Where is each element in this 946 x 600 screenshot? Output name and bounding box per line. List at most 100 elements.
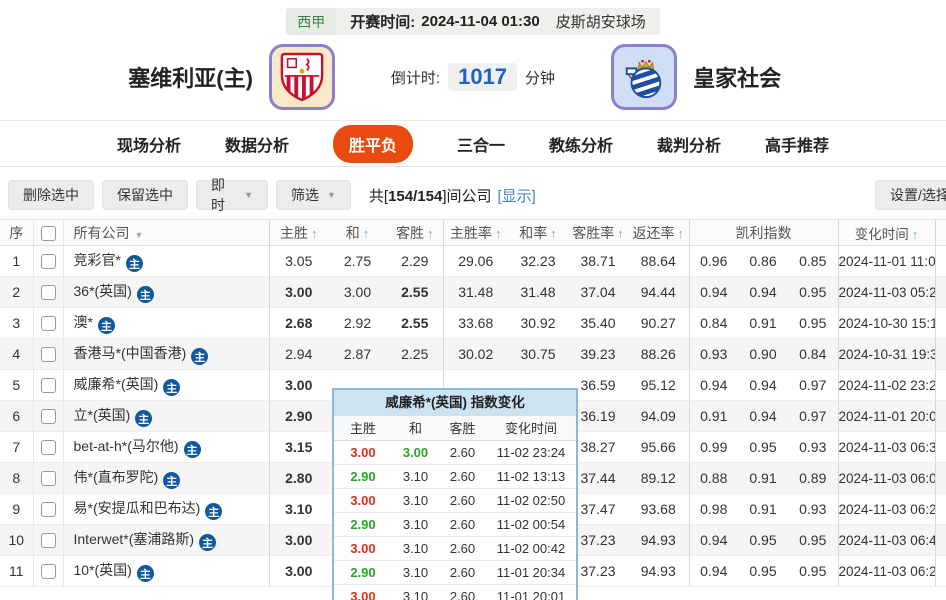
row-checkbox[interactable] — [40, 502, 56, 518]
popup-col-away: 客胜 — [439, 416, 486, 441]
company-name[interactable]: 澳* — [74, 314, 93, 330]
chevron-down-icon: ▼ — [134, 229, 144, 240]
home-odds: 3.00 — [268, 369, 328, 401]
company-name[interactable]: 10*(英国) — [74, 562, 132, 578]
col-header-home-odds[interactable]: 主胜 ↑ — [268, 219, 328, 246]
row-checkbox[interactable] — [40, 440, 56, 456]
home-odds: 3.00 — [334, 584, 392, 600]
row-index: 3 — [0, 307, 33, 339]
main-company-badge-icon: 主 — [163, 472, 181, 490]
show-link[interactable]: [显示] — [498, 188, 536, 205]
sort-asc-icon[interactable]: ↑ — [427, 226, 434, 241]
company-name[interactable]: 易*(安提瓜和巴布达) — [74, 500, 201, 516]
sort-asc-icon[interactable]: ↑ — [495, 226, 502, 241]
col-header-payout-rate[interactable]: 返还率 ↑ — [628, 219, 689, 246]
popup-row: 2.90 3.10 2.60 11-02 00:54 — [334, 512, 576, 537]
sort-asc-icon[interactable]: ↑ — [912, 227, 919, 242]
keep-selected-button[interactable]: 保留选中 — [102, 180, 188, 210]
col-header-change-time[interactable]: 变化时间 ↑ — [837, 219, 935, 246]
filter-dropdown[interactable]: 筛选 ▼ — [276, 180, 351, 210]
row-checkbox[interactable] — [40, 285, 56, 301]
payout-rate: 88.26 — [628, 338, 689, 370]
away-odds: 2.60 — [439, 512, 486, 537]
sort-asc-icon[interactable]: ↑ — [617, 226, 624, 241]
kelly-away: 0.95 — [788, 276, 838, 308]
kelly-home: 0.84 — [688, 307, 738, 339]
company-count: 共[154/154]间公司 [显示] — [368, 187, 536, 205]
tab-expert-picks[interactable]: 高手推荐 — [765, 132, 829, 156]
popup-row: 3.00 3.10 2.60 11-01 20:01 — [334, 584, 576, 600]
draw-odds: 3.10 — [392, 488, 439, 513]
sort-asc-icon[interactable]: ↑ — [311, 226, 318, 241]
payout-rate: 93.68 — [628, 493, 689, 525]
tab-live-analysis[interactable]: 现场分析 — [117, 132, 181, 156]
tab-three-in-one[interactable]: 三合一 — [457, 132, 505, 156]
col-header-away-odds[interactable]: 客胜 ↑ — [387, 219, 443, 246]
tab-coach-analysis[interactable]: 教练分析 — [549, 132, 613, 156]
col-header-away-rate[interactable]: 客胜率 ↑ — [568, 219, 628, 246]
col-header-home-rate[interactable]: 主胜率 ↑ — [442, 219, 508, 246]
sort-asc-icon[interactable]: ↑ — [550, 226, 557, 241]
select-all-checkbox[interactable] — [40, 225, 56, 241]
kelly-away: 0.85 — [788, 245, 838, 277]
company-name[interactable]: 36*(英国) — [74, 283, 132, 299]
col-header-draw-odds[interactable]: 和 ↑ — [328, 219, 387, 246]
away-rate: 37.04 — [568, 276, 628, 308]
home-odds: 3.00 — [334, 488, 392, 513]
draw-rate: 32.23 — [508, 245, 568, 277]
kelly-draw: 0.91 — [738, 307, 788, 339]
popup-col-home: 主胜 — [334, 416, 392, 441]
col-header-select-all — [32, 219, 63, 246]
change-time: 2024-10-31 19:33 — [837, 338, 935, 370]
col-header-index: 序 — [0, 219, 33, 246]
row-checkbox[interactable] — [40, 471, 56, 487]
row-checkbox[interactable] — [40, 347, 56, 363]
draw-odds: 3.10 — [392, 584, 439, 600]
tab-data-analysis[interactable]: 数据分析 — [225, 132, 289, 156]
kelly-away: 0.95 — [788, 524, 838, 556]
draw-odds: 3.10 — [392, 560, 439, 585]
tab-referee-analysis[interactable]: 裁判分析 — [657, 132, 721, 156]
company-name[interactable]: Interwet*(塞浦路斯) — [74, 531, 195, 547]
sort-asc-icon[interactable]: ↑ — [363, 226, 370, 241]
company-name[interactable]: 威廉希*(英国) — [74, 376, 159, 392]
popup-row: 3.00 3.10 2.60 11-02 02:50 — [334, 488, 576, 513]
company-name[interactable]: 伟*(直布罗陀) — [74, 469, 159, 485]
countdown: 倒计时: 1017 分钟 — [391, 63, 555, 91]
col-header-draw-rate[interactable]: 和率 ↑ — [508, 219, 568, 246]
row-checkbox[interactable] — [40, 254, 56, 270]
venue-name: 皮斯胡安球场 — [555, 14, 646, 31]
away-odds: 2.60 — [439, 584, 486, 600]
odds-mode-dropdown[interactable]: 即时 ▼ — [196, 177, 268, 213]
row-index: 6 — [0, 400, 33, 432]
settings-select-button[interactable]: 设置/选择 — [875, 180, 946, 210]
away-odds: 2.60 — [439, 560, 486, 585]
league-badge: 西甲 — [286, 8, 337, 35]
row-checkbox[interactable] — [40, 533, 56, 549]
company-name[interactable]: 立*(英国) — [74, 407, 131, 423]
company-name[interactable]: bet-at-h*(马尔他) — [74, 438, 179, 454]
kelly-home: 0.88 — [688, 462, 738, 494]
popup-row: 2.90 3.10 2.60 11-02 13:13 — [334, 464, 576, 489]
kelly-home: 0.94 — [688, 524, 738, 556]
col-header-company[interactable]: 所有公司 ▼ — [62, 219, 269, 246]
row-checkbox[interactable] — [40, 316, 56, 332]
row-index: 8 — [0, 462, 33, 494]
row-checkbox[interactable] — [40, 378, 56, 394]
kelly-away: 0.84 — [788, 338, 838, 370]
change-time: 11-02 13:13 — [486, 464, 576, 489]
delete-selected-button[interactable]: 删除选中 — [8, 180, 94, 210]
row-checkbox[interactable] — [40, 409, 56, 425]
kelly-away: 0.95 — [788, 555, 838, 587]
company-name[interactable]: 香港马*(中国香港) — [74, 345, 187, 361]
change-time: 2024-11-02 23:25 — [837, 369, 935, 401]
sort-asc-icon[interactable]: ↑ — [678, 226, 685, 241]
home-rate: 31.48 — [442, 276, 508, 308]
chevron-down-icon: ▼ — [327, 190, 336, 200]
tab-win-draw-lose[interactable]: 胜平负 — [332, 124, 413, 163]
row-index: 9 — [0, 493, 33, 525]
kickoff-info: 西甲 开赛时间: 2024-11-04 01:30 皮斯胡安球场 — [286, 8, 660, 35]
company-name[interactable]: 竞彩官* — [74, 252, 121, 268]
row-checkbox[interactable] — [40, 564, 56, 580]
popup-col-time: 变化时间 — [486, 416, 576, 441]
